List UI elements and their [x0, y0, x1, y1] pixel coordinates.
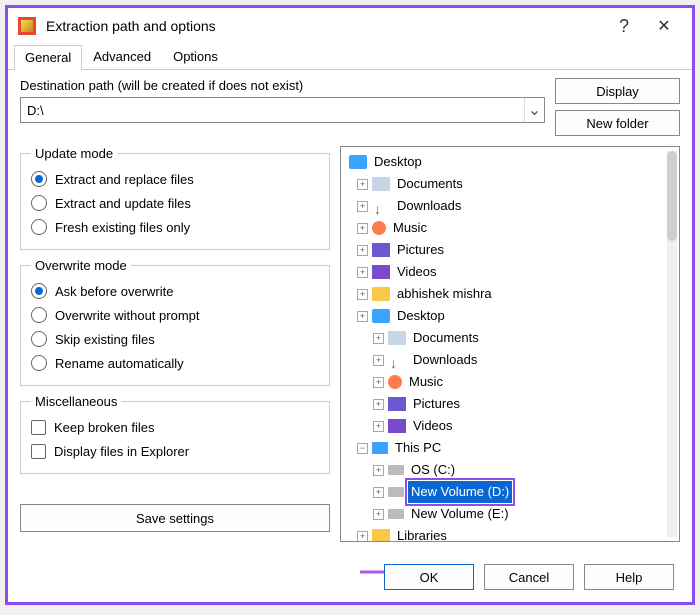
save-settings-button[interactable]: Save settings [20, 504, 330, 532]
tree-item[interactable]: Documents [410, 327, 482, 349]
tree-item[interactable]: Pictures [394, 239, 447, 261]
expand-icon[interactable]: + [357, 179, 368, 190]
app-icon [18, 17, 36, 35]
destination-input[interactable] [21, 98, 524, 122]
radio-skip-existing[interactable] [31, 331, 47, 347]
expand-icon[interactable]: + [357, 311, 368, 322]
radio-overwrite-noprompt-label: Overwrite without prompt [55, 308, 200, 323]
tree-item[interactable]: Pictures [410, 393, 463, 415]
documents-icon [388, 331, 406, 345]
pictures-icon [388, 397, 406, 411]
tree-item[interactable]: Music [406, 371, 446, 393]
tree-item[interactable]: Desktop [371, 151, 425, 173]
tree-item[interactable]: Downloads [394, 195, 464, 217]
overwrite-mode-legend: Overwrite mode [31, 258, 131, 273]
tree-item[interactable]: Videos [394, 261, 440, 283]
tree-item[interactable]: Music [390, 217, 430, 239]
drive-icon [388, 509, 404, 519]
libraries-icon [372, 529, 390, 541]
tab-general[interactable]: General [14, 45, 82, 70]
close-icon[interactable]: ✕ [644, 16, 684, 36]
radio-fresh-only[interactable] [31, 219, 47, 235]
radio-extract-replace[interactable] [31, 171, 47, 187]
expand-icon[interactable]: + [373, 421, 384, 432]
check-display-explorer-label: Display files in Explorer [54, 444, 189, 459]
expand-icon[interactable]: + [373, 509, 384, 520]
tab-options[interactable]: Options [162, 44, 229, 69]
pictures-icon [372, 243, 390, 257]
folder-tree[interactable]: Desktop + Documents + Downloads + Music + Pi… [340, 146, 680, 542]
expand-icon[interactable]: + [373, 487, 384, 498]
documents-icon [372, 177, 390, 191]
update-mode-legend: Update mode [31, 146, 117, 161]
desktop-icon [349, 155, 367, 169]
radio-extract-replace-label: Extract and replace files [55, 172, 194, 187]
tree-item[interactable]: Documents [394, 173, 466, 195]
music-icon [388, 375, 402, 389]
expand-icon[interactable]: + [357, 245, 368, 256]
tree-item-selected[interactable]: New Volume (D:) [408, 481, 512, 503]
check-keep-broken-label: Keep broken files [54, 420, 154, 435]
drive-icon [388, 465, 404, 475]
radio-rename-auto-label: Rename automatically [55, 356, 184, 371]
downloads-icon [388, 353, 406, 367]
expand-icon[interactable]: + [357, 201, 368, 212]
expand-icon[interactable]: + [357, 531, 368, 542]
check-keep-broken[interactable] [31, 420, 46, 435]
tree-item[interactable]: Downloads [410, 349, 480, 371]
cancel-button[interactable]: Cancel [484, 564, 574, 590]
folder-icon [372, 287, 390, 301]
ok-button[interactable]: OK [384, 564, 474, 590]
new-folder-button[interactable]: New folder [555, 110, 680, 136]
tree-item[interactable]: New Volume (E:) [408, 503, 512, 525]
tree-item[interactable]: This PC [392, 437, 444, 459]
videos-icon [388, 419, 406, 433]
expand-icon[interactable]: + [373, 377, 384, 388]
scrollbar-thumb[interactable] [667, 151, 677, 241]
check-display-explorer[interactable] [31, 444, 46, 459]
drive-icon [388, 487, 404, 497]
desktop-icon [372, 309, 390, 323]
tree-item[interactable]: abhishek mishra [394, 283, 495, 305]
expand-icon[interactable]: + [357, 289, 368, 300]
downloads-icon [372, 199, 390, 213]
expand-icon[interactable]: + [373, 333, 384, 344]
radio-ask-overwrite[interactable] [31, 283, 47, 299]
music-icon [372, 221, 386, 235]
help-icon[interactable]: ? [604, 16, 644, 37]
destination-label: Destination path (will be created if doe… [20, 78, 545, 93]
tree-item[interactable]: Desktop [394, 305, 448, 327]
destination-combo[interactable]: ⌄ [20, 97, 545, 123]
expand-icon[interactable]: + [373, 399, 384, 410]
radio-extract-update[interactable] [31, 195, 47, 211]
collapse-icon[interactable]: − [357, 443, 368, 454]
radio-overwrite-noprompt[interactable] [31, 307, 47, 323]
expand-icon[interactable]: + [357, 223, 368, 234]
display-button[interactable]: Display [555, 78, 680, 104]
radio-skip-existing-label: Skip existing files [55, 332, 155, 347]
tree-item[interactable]: OS (C:) [408, 459, 458, 481]
scrollbar[interactable] [667, 151, 677, 537]
chevron-down-icon[interactable]: ⌄ [524, 98, 544, 122]
expand-icon[interactable]: + [373, 465, 384, 476]
radio-extract-update-label: Extract and update files [55, 196, 191, 211]
radio-rename-auto[interactable] [31, 355, 47, 371]
videos-icon [372, 265, 390, 279]
dialog-title: Extraction path and options [46, 18, 604, 34]
tree-item[interactable]: Videos [410, 415, 456, 437]
tab-advanced[interactable]: Advanced [82, 44, 162, 69]
help-button[interactable]: Help [584, 564, 674, 590]
expand-icon[interactable]: + [357, 267, 368, 278]
expand-icon[interactable]: + [373, 355, 384, 366]
misc-legend: Miscellaneous [31, 394, 121, 409]
tree-item[interactable]: Libraries [394, 525, 450, 541]
pc-icon [372, 442, 388, 454]
radio-fresh-only-label: Fresh existing files only [55, 220, 190, 235]
radio-ask-overwrite-label: Ask before overwrite [55, 284, 174, 299]
